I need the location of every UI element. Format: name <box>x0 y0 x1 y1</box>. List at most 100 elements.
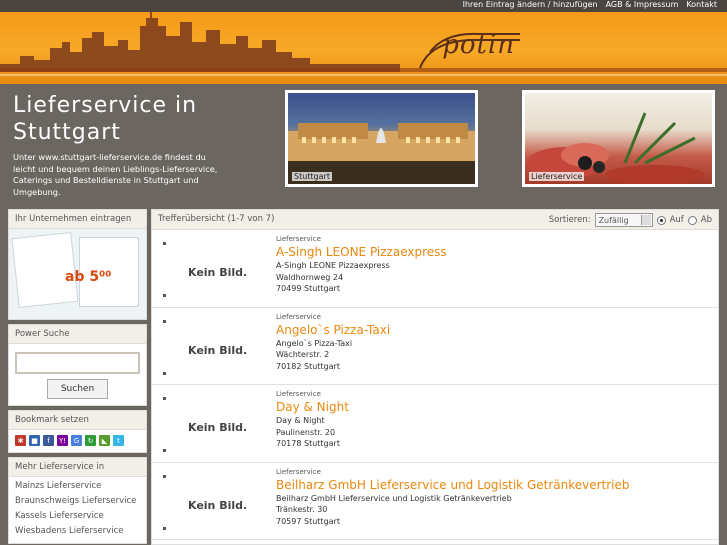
google-icon[interactable]: G <box>71 435 82 446</box>
listing-company: Beilharz GmbH Lieferservice und Logistik… <box>276 493 512 503</box>
register-box: Ihr Unternehmen eintragen ab 5⁰⁰ <box>8 209 147 320</box>
site-description: Unter www.stuttgart-lieferservice.de fin… <box>13 152 218 197</box>
listing-street: Wächterstr. 2 <box>276 350 330 359</box>
sort-select[interactable]: Zufällig <box>594 213 653 227</box>
listing-city: 70178 Stuttgart <box>276 439 340 448</box>
city-skyline-graphic <box>0 12 727 76</box>
facebook-icon[interactable]: f <box>43 435 54 446</box>
sort-asc-label: Auf <box>669 215 684 225</box>
listing-details: Lieferservice Day & Night Day & Night Pa… <box>276 389 349 450</box>
listing-street: Waldhornweg 24 <box>276 272 344 282</box>
listing-details: Lieferservice Angelo`s Pizza-Taxi Angelo… <box>276 312 390 373</box>
chevron-down-icon <box>640 215 651 225</box>
listing-street: Paulinenstr. 20 <box>276 427 336 437</box>
bookmark-box: Bookmark setzen ✱ ■ f Y! G ↻ ◣ t <box>8 410 147 453</box>
more-cities-box: Mehr Lieferservice in Mainzs Lieferservi… <box>8 457 147 544</box>
placeholder-dot-icon <box>163 526 166 530</box>
city-link-wiesbaden[interactable]: Wiesbadens Lieferservice <box>9 524 146 539</box>
sort-desc-label: Ab <box>700 215 712 225</box>
sidebar: Ihr Unternehmen eintragen ab 5⁰⁰ Power S… <box>8 209 147 545</box>
placeholder-dot-icon <box>163 474 166 478</box>
placeholder-dot-icon <box>163 242 166 245</box>
misterwong-icon[interactable]: ✱ <box>15 435 26 446</box>
listing-image-placeholder: Kein Bild. <box>158 313 274 380</box>
placeholder-dot-icon <box>163 371 166 375</box>
listing-city: 70182 Stuttgart <box>276 361 340 371</box>
twitter-icon[interactable]: t <box>113 435 124 446</box>
sort-asc-radio[interactable] <box>656 215 666 225</box>
edit-entry-link[interactable]: Ihren Eintrag ändern / hinzufügen <box>463 0 598 9</box>
listing-category: Lieferservice <box>276 235 321 243</box>
listing-item: Kein Bild. Lieferservice Beilharz GmbH L… <box>152 463 718 540</box>
power-search-heading: Power Suche <box>9 325 146 344</box>
lieferservice-photo: Lieferservice <box>522 90 715 187</box>
bookmark-icons: ✱ ■ f Y! G ↻ ◣ t <box>9 430 146 452</box>
listing-company: Day & Night <box>276 416 325 425</box>
webnews-icon[interactable]: ◣ <box>99 435 110 446</box>
yahoo-icon[interactable]: Y! <box>57 435 68 446</box>
stuttgart-palace-image: Stuttgart <box>288 93 475 184</box>
no-image-text: Kein Bild. <box>188 266 248 279</box>
listing-item: Kein Bild. Lieferservice A-Singh LEONE P… <box>152 230 718 308</box>
food-image: Lieferservice <box>525 93 712 184</box>
search-input[interactable] <box>15 352 140 374</box>
more-cities-list: Mainzs Lieferservice Braunschweigs Liefe… <box>9 477 146 543</box>
placeholder-dot-icon <box>163 397 166 400</box>
listing-company: A-Singh LEONE Pizzaexpress <box>276 261 390 270</box>
listing-city: 70499 Stuttgart <box>276 284 340 293</box>
listing-item: Kein Bild. Lieferservice Angelo`s Pizza-… <box>152 308 718 385</box>
placeholder-dot-icon <box>163 294 166 297</box>
listing-image-placeholder: Kein Bild. <box>158 391 274 457</box>
lieferservice-caption: Lieferservice <box>529 172 585 181</box>
terms-imprint-link[interactable]: AGB & Impressum <box>606 0 679 9</box>
palace-illustration <box>288 123 475 184</box>
stuttgart-caption: Stuttgart <box>292 172 332 181</box>
listing-name-link[interactable]: Angelo`s Pizza-Taxi <box>276 323 390 338</box>
banner: potin <box>0 12 727 84</box>
listing-image-placeholder: Kein Bild. <box>158 468 274 535</box>
listing-category: Lieferservice <box>276 467 321 476</box>
listing-city: 70597 Stuttgart <box>276 516 340 526</box>
placeholder-dot-icon <box>163 449 166 452</box>
listing-street: Tränkestr. 30 <box>276 505 328 514</box>
more-cities-heading: Mehr Lieferservice in <box>9 458 146 477</box>
listing-name-link[interactable]: Beilharz GmbH Lieferservice und Logistik… <box>276 478 630 493</box>
city-link-braunschweig[interactable]: Braunschweigs Lieferservice <box>9 494 146 509</box>
listing-name-link[interactable]: A-Singh LEONE Pizzaexpress <box>276 245 447 260</box>
results-header: Trefferübersicht (1-7 von 7) Sortieren: … <box>152 210 718 230</box>
no-image-text: Kein Bild. <box>188 343 248 357</box>
no-image-text: Kein Bild. <box>188 498 248 512</box>
listing-category: Lieferservice <box>276 312 321 321</box>
page-title-line-2: Stuttgart <box>13 120 121 145</box>
listing-company: Angelo`s Pizza-Taxi <box>276 338 353 348</box>
sort-label: Sortieren: <box>548 215 591 225</box>
register-heading[interactable]: Ihr Unternehmen eintragen <box>9 210 146 229</box>
page-header: Lieferservice in Stuttgart Unter www.stu… <box>0 84 727 206</box>
power-search-box: Power Suche Suchen <box>8 324 147 406</box>
bookmark-heading: Bookmark setzen <box>9 411 146 430</box>
listings: Kein Bild. Lieferservice A-Singh LEONE P… <box>152 230 718 540</box>
listing-details: Lieferservice Beilharz GmbH Lieferservic… <box>276 467 630 528</box>
results-count: Trefferübersicht (1-7 von 7) <box>158 214 275 224</box>
listing-category: Lieferservice <box>276 390 321 398</box>
listing-image-placeholder: Kein Bild. <box>158 236 274 302</box>
top-navigation: Ihren Eintrag ändern / hinzufügen AGB & … <box>0 0 727 12</box>
stuttgart-photo: Stuttgart <box>285 90 478 187</box>
listing-name-link[interactable]: Day & Night <box>276 400 349 415</box>
no-image-text: Kein Bild. <box>188 421 248 434</box>
linkarena-icon[interactable]: ↻ <box>85 435 96 446</box>
city-link-mainz[interactable]: Mainzs Lieferservice <box>9 479 146 494</box>
contact-link[interactable]: Kontakt <box>686 0 717 9</box>
register-promo-banner[interactable]: ab 5⁰⁰ <box>9 229 146 319</box>
city-link-kassel[interactable]: Kassels Lieferservice <box>9 509 146 524</box>
delicious-icon[interactable]: ■ <box>29 435 40 446</box>
page-title: Lieferservice in Stuttgart <box>13 92 197 146</box>
placeholder-dot-icon <box>163 319 166 323</box>
listing-details: Lieferservice A-Singh LEONE Pizzaexpress… <box>276 234 447 295</box>
promo-price: ab 5⁰⁰ <box>65 269 112 285</box>
sort-desc-radio[interactable] <box>687 215 697 225</box>
site-logo[interactable]: potin <box>442 30 515 60</box>
sort-select-value: Zufällig <box>598 215 629 225</box>
food-illustration <box>527 112 705 184</box>
search-button[interactable]: Suchen <box>47 379 108 399</box>
